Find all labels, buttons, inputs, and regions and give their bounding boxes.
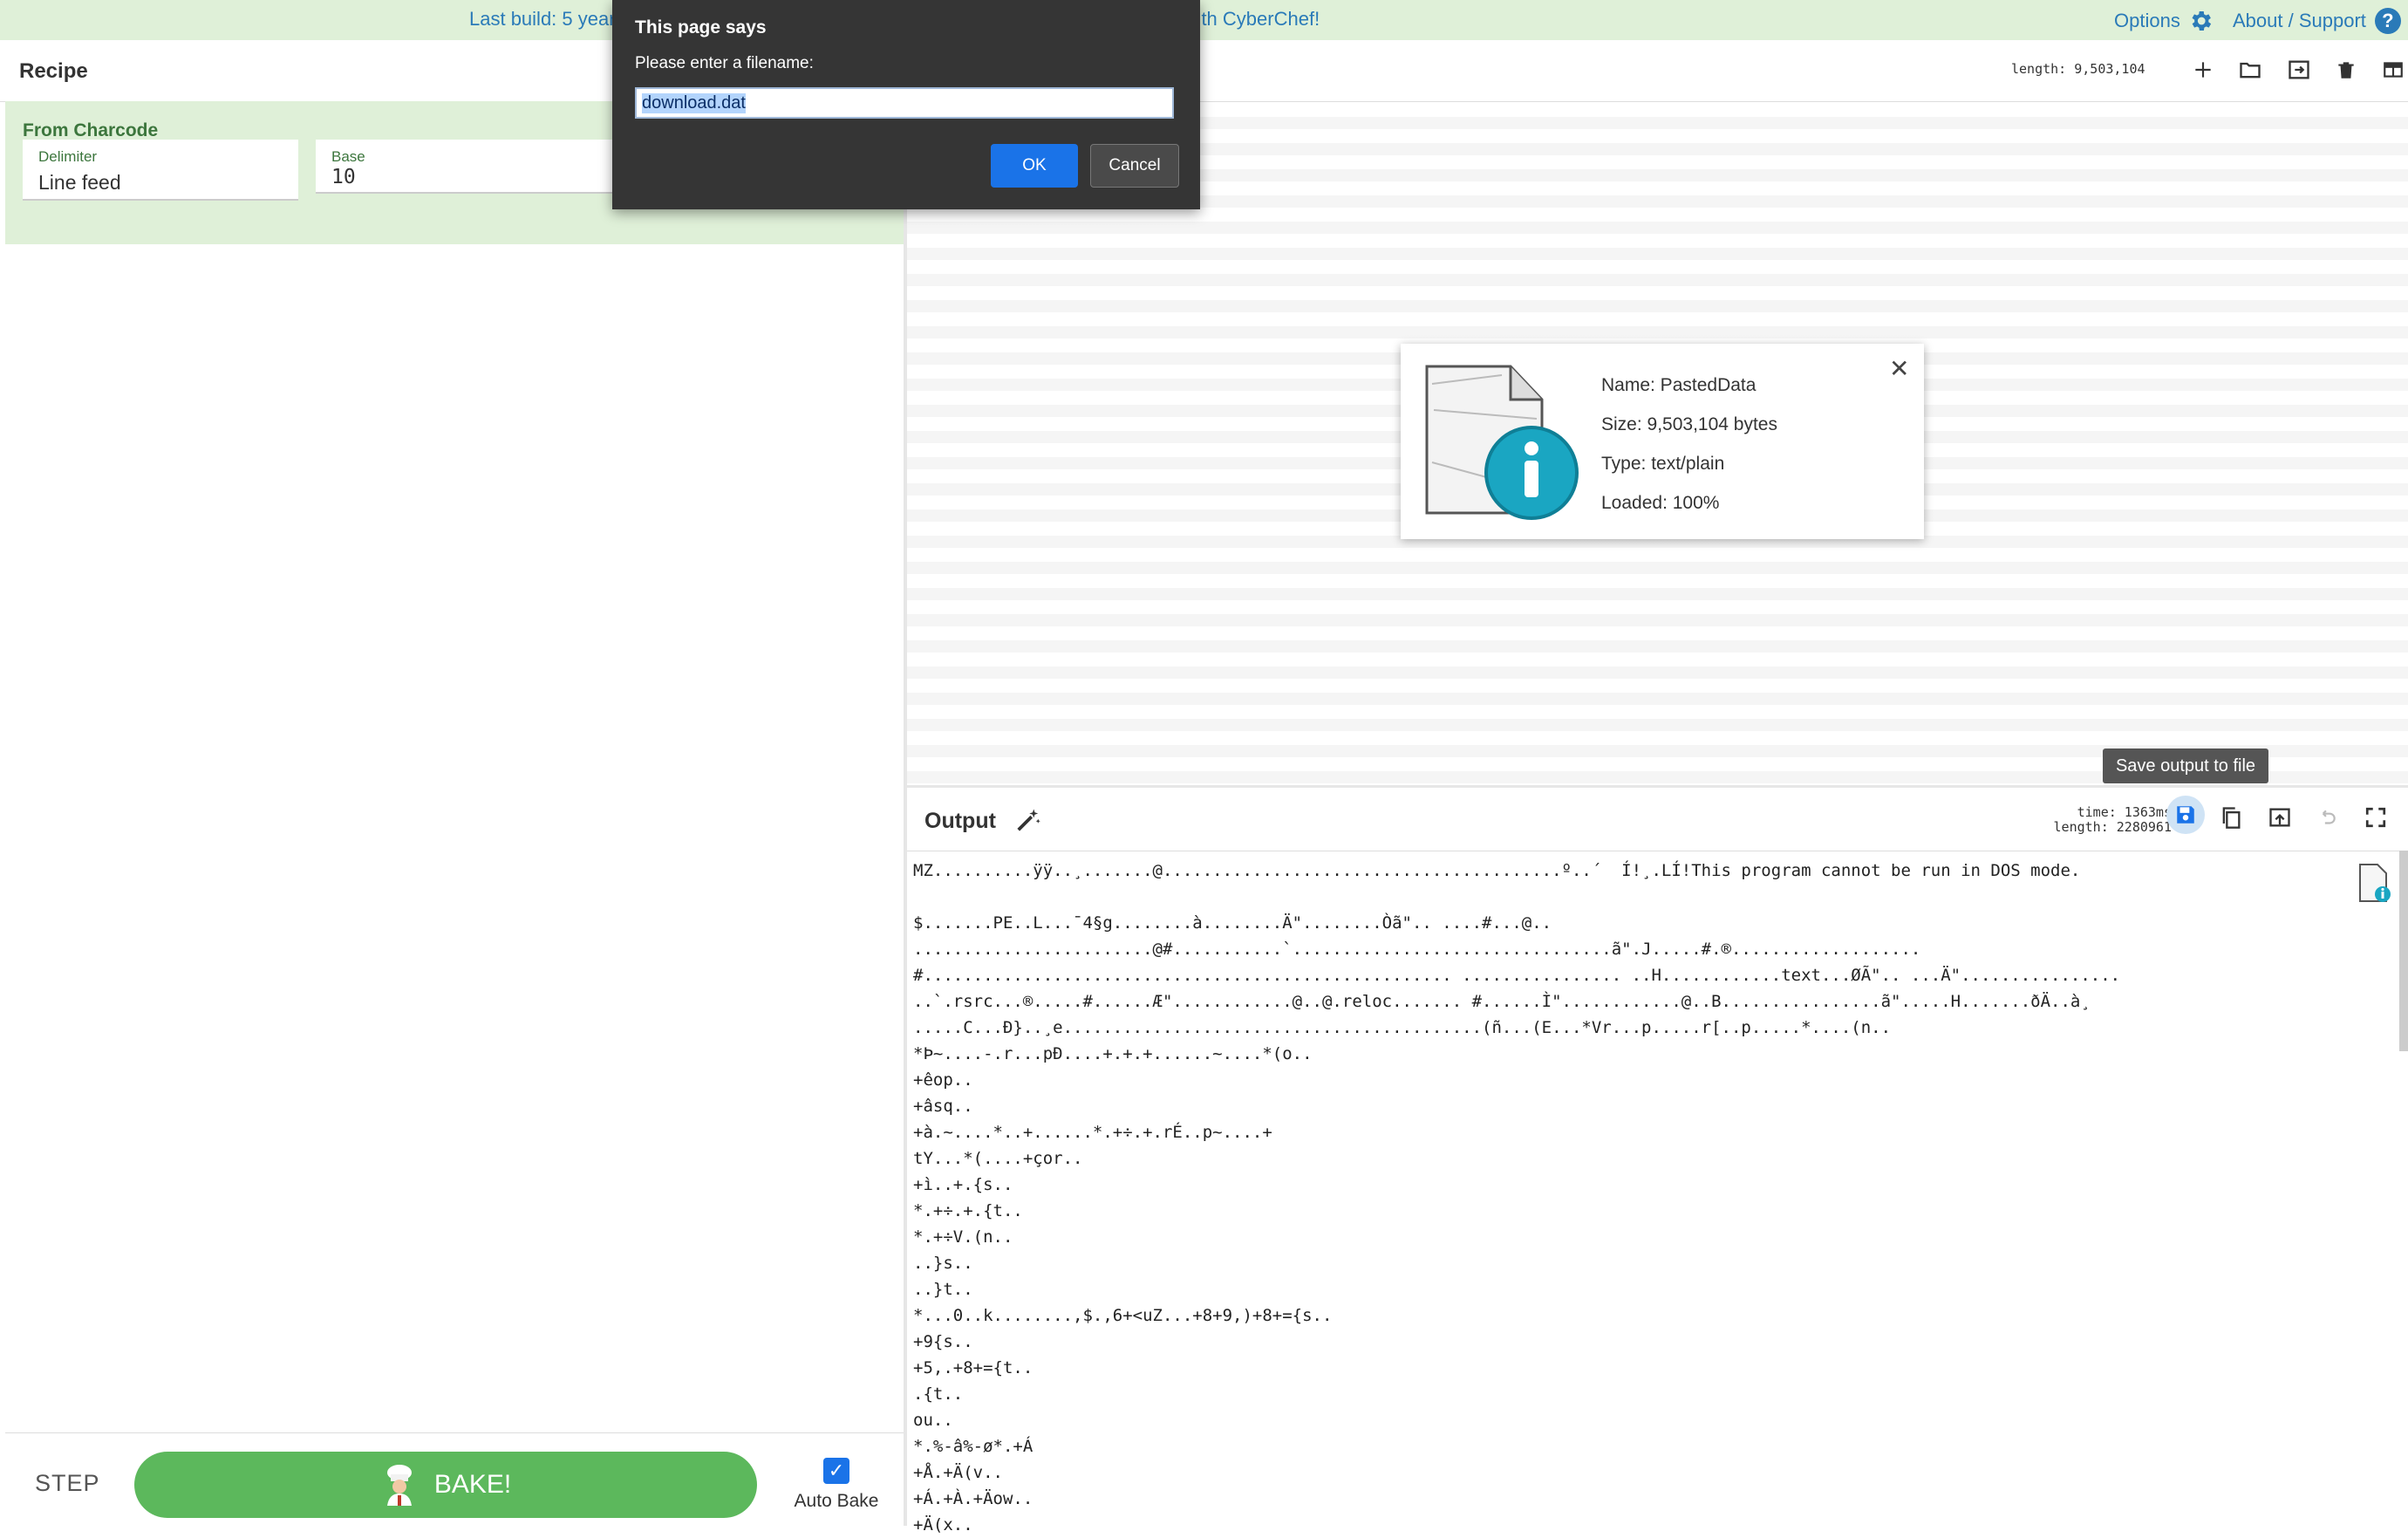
- recipe-pane: Recipe From Charcode Delimiter Line feed…: [0, 40, 907, 1527]
- cancel-button[interactable]: Cancel: [1090, 144, 1179, 188]
- file-size: Size: 9,503,104 bytes: [1601, 414, 1777, 434]
- output-line: +Á.+À.+Äow..: [913, 1489, 1033, 1508]
- output-line: +à.~....*..+......*.+÷.+.rÉ..p~....+: [913, 1123, 1272, 1142]
- chef-icon: [386, 1465, 412, 1506]
- bake-button[interactable]: BAKE!: [134, 1452, 757, 1518]
- save-output-button[interactable]: [2166, 796, 2205, 834]
- output-line: ..}s..: [913, 1254, 973, 1273]
- output-line: $.......PE..L...¯4§g........à........Ä".…: [913, 913, 1552, 933]
- auto-bake-toggle[interactable]: ✓ Auto Bake: [788, 1458, 884, 1512]
- output-line: +âsq..: [913, 1097, 973, 1116]
- output-line: +ì..+.{s..: [913, 1175, 1013, 1194]
- dialog-message: Please enter a filename:: [635, 54, 814, 72]
- bake-controls: STEP BAKE! ✓ Auto Bake: [5, 1432, 904, 1527]
- output-line: ........................@#...........`..…: [913, 940, 1921, 959]
- output-line: +Ä(x..: [913, 1515, 973, 1535]
- ok-button[interactable]: OK: [991, 144, 1078, 188]
- output-line: *.%-â%-ø*.+Á: [913, 1437, 1033, 1456]
- save-output-tooltip: Save output to file: [2103, 748, 2268, 783]
- question-icon: ?: [2374, 8, 2401, 34]
- output-line: *.+÷V.(n..: [913, 1227, 1013, 1247]
- output-pane: Output time: 1363ms length: 2280961 MZ..…: [907, 785, 2408, 1535]
- step-button[interactable]: STEP: [35, 1470, 100, 1497]
- layout-icon[interactable]: [2376, 52, 2408, 87]
- filename-value: download.dat: [642, 93, 746, 113]
- file-info-card: Name: PastedData Size: 9,503,104 bytes T…: [1401, 344, 1924, 539]
- auto-bake-checkbox[interactable]: ✓: [823, 1458, 849, 1484]
- filename-prompt-dialog: This page says Please enter a filename: …: [612, 0, 1200, 209]
- delimiter-label: Delimiter: [38, 148, 98, 165]
- output-line: ..`.rsrc...®.....#......Æ"............@.…: [913, 992, 2091, 1011]
- build-info-link[interactable]: Last build: 5 years: [469, 8, 625, 31]
- output-line: .{t..: [913, 1384, 964, 1404]
- output-line: *.+÷.+.{t..: [913, 1201, 1023, 1220]
- output-line: ou..: [913, 1411, 953, 1430]
- output-scrollbar[interactable]: [2399, 851, 2408, 1051]
- output-line: +Å.+Ä(v..: [913, 1463, 1003, 1482]
- output-line: tY...*(....+çor..: [913, 1149, 1083, 1168]
- output-time: time: 1363ms: [2077, 804, 2172, 820]
- about-label: About / Support: [2233, 10, 2366, 31]
- file-name: Name: PastedData: [1601, 375, 1757, 395]
- options-label: Options: [2114, 10, 2180, 31]
- load-file-icon[interactable]: [2282, 52, 2316, 87]
- trash-icon[interactable]: [2329, 52, 2364, 87]
- output-line: #.......................................…: [913, 966, 2121, 985]
- output-title: Output: [924, 809, 996, 833]
- replace-input-icon[interactable]: [2262, 800, 2297, 835]
- output-line: +êop..: [913, 1070, 973, 1090]
- output-line: ..}t..: [913, 1280, 973, 1299]
- delimiter-value: Line feed: [38, 171, 121, 194]
- base-value: 10: [331, 166, 356, 188]
- output-line: MZ..........ÿÿ..¸.......@...............…: [913, 861, 2081, 880]
- output-stats: time: 1363ms length: 2280961: [2013, 805, 2172, 835]
- output-text[interactable]: MZ..........ÿÿ..¸.......@...............…: [913, 858, 2120, 1538]
- open-folder-icon[interactable]: [2233, 52, 2268, 87]
- magic-wand-icon[interactable]: [1015, 807, 1041, 833]
- output-line: +5,.+8+={t..: [913, 1358, 1033, 1377]
- output-line: .....C...Ð}..¸e.........................…: [913, 1018, 1892, 1037]
- operation-name: From Charcode: [23, 120, 159, 140]
- output-length: length: 2280961: [2053, 819, 2172, 835]
- undo-icon[interactable]: [2309, 800, 2344, 835]
- output-file-info-icon[interactable]: [2355, 861, 2393, 905]
- copy-icon[interactable]: [2214, 800, 2248, 835]
- file-loaded: Loaded: 100%: [1601, 493, 1720, 513]
- fullscreen-icon[interactable]: [2358, 800, 2393, 835]
- auto-bake-label: Auto Bake: [794, 1491, 879, 1511]
- filename-input[interactable]: download.dat: [635, 87, 1174, 119]
- save-icon: [2177, 806, 2194, 824]
- bake-label: BAKE!: [433, 1470, 512, 1499]
- output-line: +9{s..: [913, 1332, 973, 1351]
- output-line: *...0..k........,$.,6+<uZ...+8+9,)+8+={s…: [913, 1306, 1333, 1325]
- about-support-button[interactable]: About / Support ?: [2233, 8, 2401, 34]
- base-label: Base: [331, 148, 365, 165]
- dialog-title: This page says: [635, 17, 767, 38]
- delimiter-select[interactable]: Delimiter Line feed: [23, 140, 298, 201]
- gear-icon: [2192, 11, 2211, 31]
- input-length: length: 9,503,104: [2011, 61, 2145, 77]
- add-tab-icon[interactable]: [2186, 52, 2220, 87]
- recipe-title: Recipe: [19, 59, 88, 83]
- close-icon[interactable]: ✕: [1889, 354, 1909, 383]
- output-line: *Þ~....-.r...pÐ....+.+.+......~....*(o..: [913, 1044, 1313, 1063]
- top-banner: Last build: 5 years am with CyberChef! O…: [0, 0, 2408, 40]
- options-button[interactable]: Options: [2114, 8, 2214, 34]
- file-type: Type: text/plain: [1601, 454, 1725, 474]
- file-info-icon: [1425, 365, 1579, 520]
